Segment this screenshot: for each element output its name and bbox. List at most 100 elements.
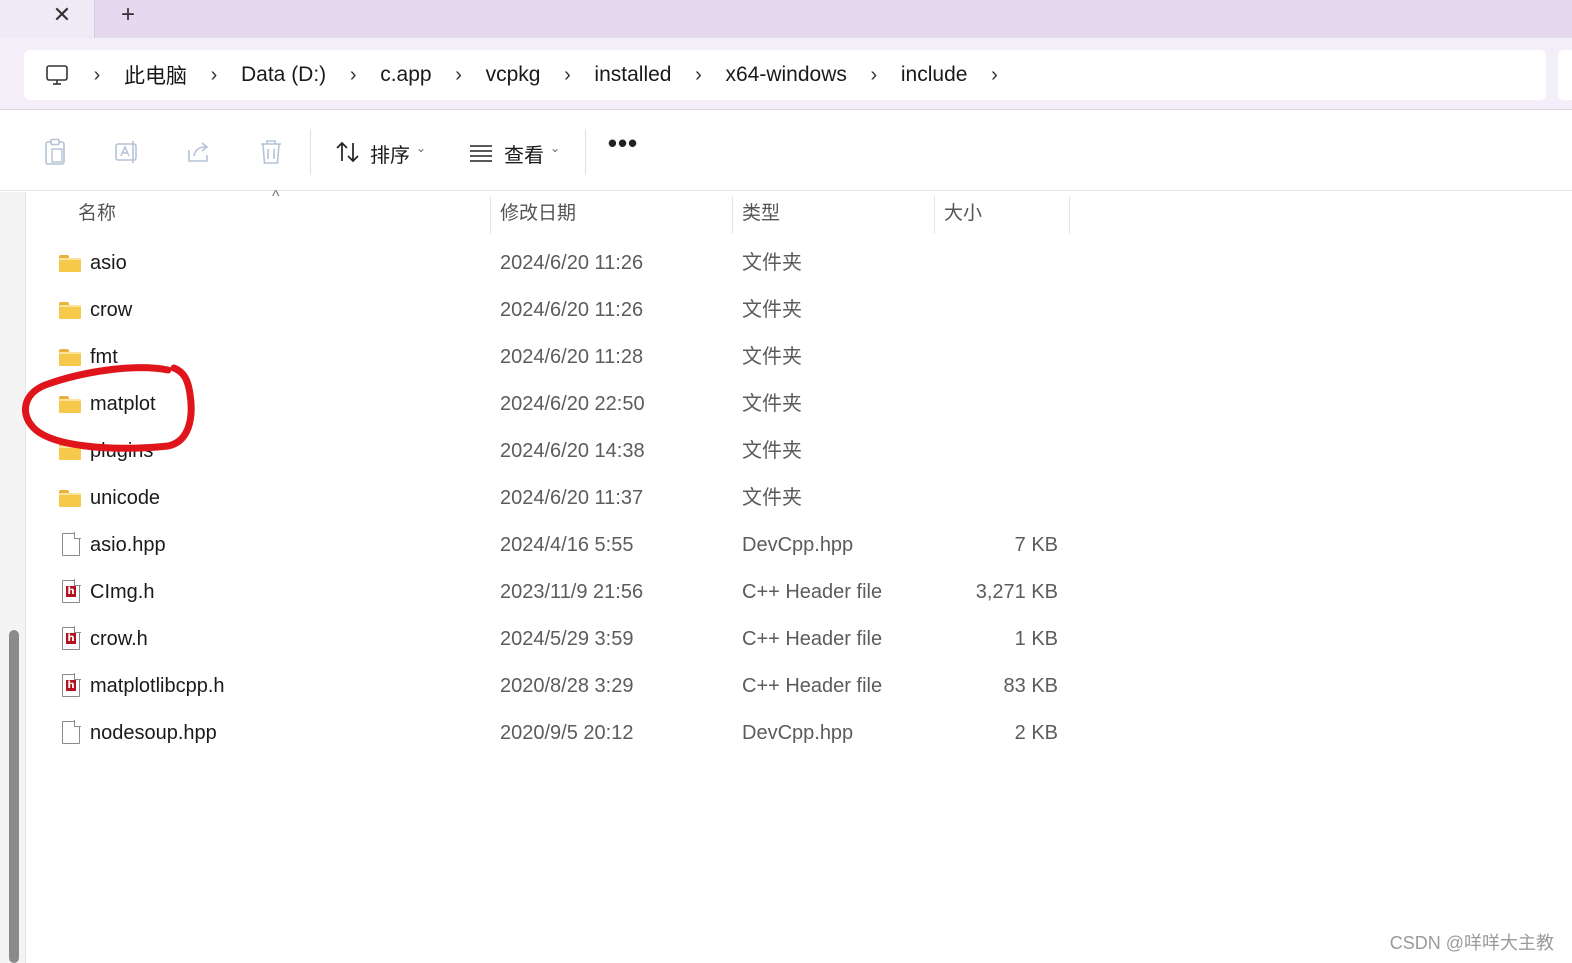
file-row[interactable]: h matplotlibcpp.h 2020/8/28 3:29 C++ Hea… [0, 663, 1100, 709]
file-modified: 2024/6/20 22:50 [500, 393, 645, 415]
command-bar: 排序 ⌄ 查看 ⌄ ••• [0, 111, 1572, 191]
toolbar-divider [585, 129, 586, 175]
chevron-right-icon[interactable]: › [448, 64, 470, 87]
document-icon [59, 532, 83, 557]
file-row[interactable]: nodesoup.hpp 2020/9/5 20:12 DevCpp.hpp 2… [0, 710, 1100, 756]
file-modified: 2024/6/20 14:38 [500, 440, 645, 462]
breadcrumb-this-pc[interactable]: 此电脑 [124, 60, 187, 90]
file-name: matplotlibcpp.h [90, 675, 225, 697]
file-type: 文件夹 [742, 299, 802, 321]
close-tab-icon[interactable]: ✕ [48, 4, 76, 32]
file-type: C++ Header file [742, 581, 883, 603]
paste-icon[interactable] [40, 137, 70, 167]
file-name: asio.hpp [90, 534, 166, 556]
file-type: 文件夹 [742, 346, 802, 368]
file-modified: 2024/6/20 11:26 [500, 299, 644, 321]
file-size: 83 KB [1003, 675, 1058, 697]
delete-icon[interactable] [256, 137, 286, 167]
file-size [938, 334, 1058, 380]
header-file-icon: h [59, 579, 83, 604]
column-divider[interactable] [732, 196, 733, 234]
view-icon[interactable] [466, 137, 496, 167]
sort-ascending-icon: ^ [272, 188, 280, 205]
header-file-icon: h [59, 673, 83, 698]
file-size [938, 475, 1058, 521]
view-button[interactable]: 查看 [504, 139, 544, 168]
file-size [938, 287, 1058, 333]
column-header-size[interactable]: 大小 [944, 200, 982, 236]
file-modified: 2024/6/20 11:28 [500, 346, 644, 368]
column-header-type[interactable]: 类型 [742, 200, 780, 236]
new-tab-button[interactable]: + [114, 1, 142, 29]
rename-icon[interactable] [112, 137, 142, 167]
file-row[interactable]: plugins 2024/6/20 14:38 文件夹 [0, 428, 1100, 474]
column-divider[interactable] [490, 196, 491, 234]
breadcrumb-vcpkg[interactable]: vcpkg [486, 63, 541, 87]
file-type: 文件夹 [742, 252, 802, 274]
file-type: C++ Header file [742, 628, 883, 650]
file-size [938, 428, 1058, 474]
more-options-icon[interactable]: ••• [606, 130, 640, 167]
chevron-down-icon[interactable]: ⌄ [416, 141, 426, 155]
address-bar[interactable]: › 此电脑 › Data (D:) › c.app › vcpkg › inst… [24, 50, 1546, 100]
file-size: 2 KB [1014, 722, 1058, 744]
file-row[interactable]: fmt 2024/6/20 11:28 文件夹 [0, 334, 1100, 380]
column-header-modified[interactable]: 修改日期 [500, 200, 576, 236]
search-box[interactable] [1558, 50, 1572, 100]
header-file-icon: h [59, 626, 83, 651]
file-row[interactable]: h CImg.h 2023/11/9 21:56 C++ Header file… [0, 569, 1100, 615]
chevron-right-icon[interactable]: › [86, 64, 108, 87]
share-icon[interactable] [184, 137, 214, 167]
file-name: matplot [90, 393, 156, 415]
document-icon [59, 720, 83, 745]
file-modified: 2020/8/28 3:29 [500, 675, 634, 697]
column-divider[interactable] [1069, 196, 1070, 234]
folder-icon [59, 251, 83, 275]
breadcrumb-installed[interactable]: installed [594, 63, 671, 87]
column-header-row: 名称 ^ 修改日期 类型 大小 [26, 188, 1076, 238]
tab-strip: ✕ + [0, 0, 1572, 38]
file-row[interactable]: unicode 2024/6/20 11:37 文件夹 [0, 475, 1100, 521]
file-name: plugins [90, 440, 154, 462]
computer-icon[interactable] [44, 62, 70, 88]
breadcrumb-include[interactable]: include [901, 63, 968, 87]
folder-icon [59, 439, 83, 463]
file-name: unicode [90, 487, 161, 509]
file-name: nodesoup.hpp [90, 722, 217, 744]
file-row[interactable]: h crow.h 2024/5/29 3:59 C++ Header file … [0, 616, 1100, 662]
file-name: asio [90, 252, 127, 274]
tab-current[interactable]: ✕ [0, 0, 95, 38]
breadcrumb-c-app[interactable]: c.app [380, 63, 431, 87]
file-modified: 2023/11/9 21:56 [500, 581, 644, 603]
breadcrumb-data-drive[interactable]: Data (D:) [241, 63, 326, 87]
column-header-name[interactable]: 名称 [78, 200, 116, 236]
file-modified: 2024/6/20 11:26 [500, 252, 644, 274]
file-row[interactable]: asio 2024/6/20 11:26 文件夹 [0, 240, 1100, 286]
sort-icon[interactable] [333, 137, 363, 167]
chevron-right-icon[interactable]: › [983, 64, 1005, 87]
column-divider[interactable] [934, 196, 935, 234]
file-modified: 2020/9/5 20:12 [500, 722, 634, 744]
breadcrumb-x64-windows[interactable]: x64-windows [725, 63, 846, 87]
file-size: 1 KB [1014, 628, 1058, 650]
folder-icon [59, 392, 83, 416]
file-row[interactable]: crow 2024/6/20 11:26 文件夹 [0, 287, 1100, 333]
chevron-right-icon[interactable]: › [863, 64, 885, 87]
chevron-right-icon[interactable]: › [687, 64, 709, 87]
folder-icon [59, 345, 83, 369]
file-type: 文件夹 [742, 393, 802, 415]
chevron-down-icon[interactable]: ⌄ [550, 141, 560, 155]
chevron-right-icon[interactable]: › [342, 64, 364, 87]
watermark: CSDN @咩咩大主教 [1389, 933, 1554, 953]
chevron-right-icon[interactable]: › [203, 64, 225, 87]
file-row[interactable]: matplot 2024/6/20 22:50 文件夹 [0, 381, 1100, 427]
chevron-right-icon[interactable]: › [556, 64, 578, 87]
file-type: 文件夹 [742, 440, 802, 462]
folder-icon [59, 486, 83, 510]
file-size [938, 381, 1058, 427]
address-bar-row: › 此电脑 › Data (D:) › c.app › vcpkg › inst… [0, 38, 1572, 110]
file-modified: 2024/5/29 3:59 [500, 628, 634, 650]
sort-button[interactable]: 排序 [370, 139, 410, 168]
file-size: 7 KB [1014, 534, 1058, 556]
file-row[interactable]: asio.hpp 2024/4/16 5:55 DevCpp.hpp 7 KB [0, 522, 1100, 568]
